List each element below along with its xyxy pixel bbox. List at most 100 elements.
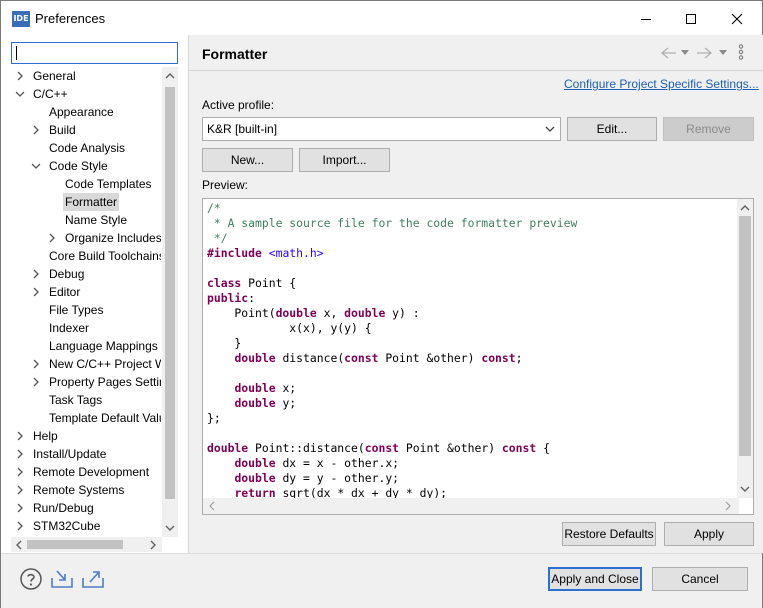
code-token: const — [364, 441, 400, 455]
edit-button[interactable]: Edit... — [567, 117, 657, 141]
title-bar[interactable]: IDE Preferences — [1, 1, 762, 35]
tree-item[interactable]: Task Tags — [11, 391, 161, 409]
code-line: }; — [207, 411, 577, 426]
forward-arrow-icon[interactable] — [696, 47, 712, 59]
export-preferences-icon[interactable] — [81, 567, 105, 591]
cancel-button[interactable]: Cancel — [652, 567, 748, 591]
code-token: dy = y - other.y; — [275, 471, 400, 485]
tree-item[interactable]: Install/Update — [11, 445, 161, 463]
collapsed-chevron-icon[interactable] — [31, 359, 41, 369]
more-options-icon[interactable] — [738, 44, 744, 60]
collapsed-chevron-icon[interactable] — [47, 233, 57, 243]
code-token: * A sample source file for the code form… — [207, 216, 578, 230]
apply-and-close-button[interactable]: Apply and Close — [548, 567, 642, 591]
tree-item-label: Name Style — [65, 213, 128, 227]
help-icon[interactable] — [19, 567, 43, 591]
tree-item[interactable]: Editor — [11, 283, 161, 301]
code-token: double — [344, 306, 386, 320]
scroll-right-icon — [150, 540, 156, 550]
collapsed-chevron-icon[interactable] — [15, 503, 25, 513]
minimize-button[interactable] — [623, 7, 669, 31]
filter-input[interactable] — [11, 42, 178, 64]
restore-defaults-button[interactable]: Restore Defaults — [562, 522, 656, 546]
page-header: Formatter — [189, 35, 763, 71]
expanded-chevron-icon[interactable] — [31, 161, 41, 171]
collapsed-chevron-icon[interactable] — [15, 71, 25, 81]
tree-item[interactable]: Code Templates — [11, 175, 161, 193]
code-token: y) : — [385, 306, 420, 320]
apply-button[interactable]: Apply — [664, 522, 754, 546]
back-arrow-icon[interactable] — [661, 47, 677, 59]
collapsed-chevron-icon[interactable] — [15, 431, 25, 441]
tree-item[interactable]: Name Style — [11, 211, 161, 229]
tree-item[interactable]: Help — [11, 427, 161, 445]
tree-item[interactable]: Debug — [11, 265, 161, 283]
tree-item[interactable]: New C/C++ Project Wizard — [11, 355, 161, 373]
preferences-tree: General C/C++ Appearance Build Code Analysis… — [11, 67, 161, 537]
code-token: class — [207, 276, 242, 290]
scroll-up-icon — [165, 73, 175, 79]
tree-item-label: General — [33, 69, 76, 83]
code-token: Point { — [241, 276, 297, 290]
tree-item[interactable]: Build — [11, 121, 161, 139]
preview-horizontal-scrollbar[interactable] — [203, 498, 739, 514]
collapsed-chevron-icon[interactable] — [15, 467, 25, 477]
scroll-thumb[interactable] — [27, 540, 123, 549]
collapsed-chevron-icon[interactable] — [31, 125, 41, 135]
active-profile-label: Active profile: — [202, 98, 275, 112]
tree-item[interactable]: Code Style — [11, 157, 161, 175]
tree-item-label: Template Default Values — [49, 411, 161, 425]
code-token: double — [275, 306, 317, 320]
preview-vertical-scrollbar[interactable] — [737, 199, 753, 498]
tree-item[interactable]: Remote Systems — [11, 481, 161, 499]
code-token: Point &other) — [399, 441, 502, 455]
collapsed-chevron-icon[interactable] — [31, 287, 41, 297]
collapsed-chevron-icon[interactable] — [31, 269, 41, 279]
collapsed-chevron-icon[interactable] — [31, 377, 41, 387]
code-token: double — [234, 351, 276, 365]
tree-item[interactable]: Indexer — [11, 319, 161, 337]
tree-vertical-scrollbar[interactable] — [162, 67, 178, 537]
chevron-down-icon[interactable] — [681, 50, 689, 56]
tree-item[interactable]: STM32Cube — [11, 517, 161, 535]
import-profile-button[interactable]: Import... — [299, 148, 390, 172]
scroll-thumb[interactable] — [739, 216, 751, 456]
tree-item[interactable]: Template Default Values — [11, 409, 161, 427]
remove-button[interactable]: Remove — [663, 117, 754, 141]
close-button[interactable] — [714, 7, 760, 31]
code-line: double distance(const Point &other) cons… — [207, 351, 577, 366]
tree-item[interactable]: Language Mappings — [11, 337, 161, 355]
tree-item[interactable]: Remote Development — [11, 463, 161, 481]
scroll-thumb[interactable] — [165, 87, 175, 499]
code-token: }; — [207, 411, 221, 425]
tree-item[interactable]: Property Pages Settings — [11, 373, 161, 391]
chevron-down-icon[interactable] — [719, 50, 727, 56]
tree-item[interactable]: Run/Debug — [11, 499, 161, 517]
tree-item-label: Code Style — [49, 159, 108, 173]
code-token: const — [501, 441, 537, 455]
expanded-chevron-icon[interactable] — [15, 89, 25, 99]
maximize-button[interactable] — [668, 7, 714, 31]
tree-item[interactable]: Appearance — [11, 103, 161, 121]
configure-project-settings-link[interactable]: Configure Project Specific Settings... — [564, 77, 759, 91]
scroll-left-icon — [209, 501, 215, 511]
tree-item[interactable]: File Types — [11, 301, 161, 319]
active-profile-select[interactable]: K&R [built-in] — [202, 117, 561, 141]
code-preview[interactable]: /* * A sample source file for the code f… — [202, 198, 754, 515]
code-token: */ — [207, 231, 228, 245]
scroll-down-icon — [740, 486, 750, 492]
tree-item[interactable]: General — [11, 67, 161, 85]
tree-item[interactable]: Organize Includes — [11, 229, 161, 247]
import-preferences-icon[interactable] — [50, 567, 74, 591]
collapsed-chevron-icon[interactable] — [15, 449, 25, 459]
tree-item[interactable]: Core Build Toolchains — [11, 247, 161, 265]
collapsed-chevron-icon[interactable] — [15, 521, 25, 531]
collapsed-chevron-icon[interactable] — [15, 485, 25, 495]
code-token: { — [536, 441, 550, 455]
new-profile-button[interactable]: New... — [202, 148, 293, 172]
tree-item[interactable]: Formatter — [11, 193, 161, 211]
tree-item[interactable]: Code Analysis — [11, 139, 161, 157]
tree-horizontal-scrollbar[interactable] — [11, 537, 162, 552]
tree-item[interactable]: C/C++ — [11, 85, 161, 103]
